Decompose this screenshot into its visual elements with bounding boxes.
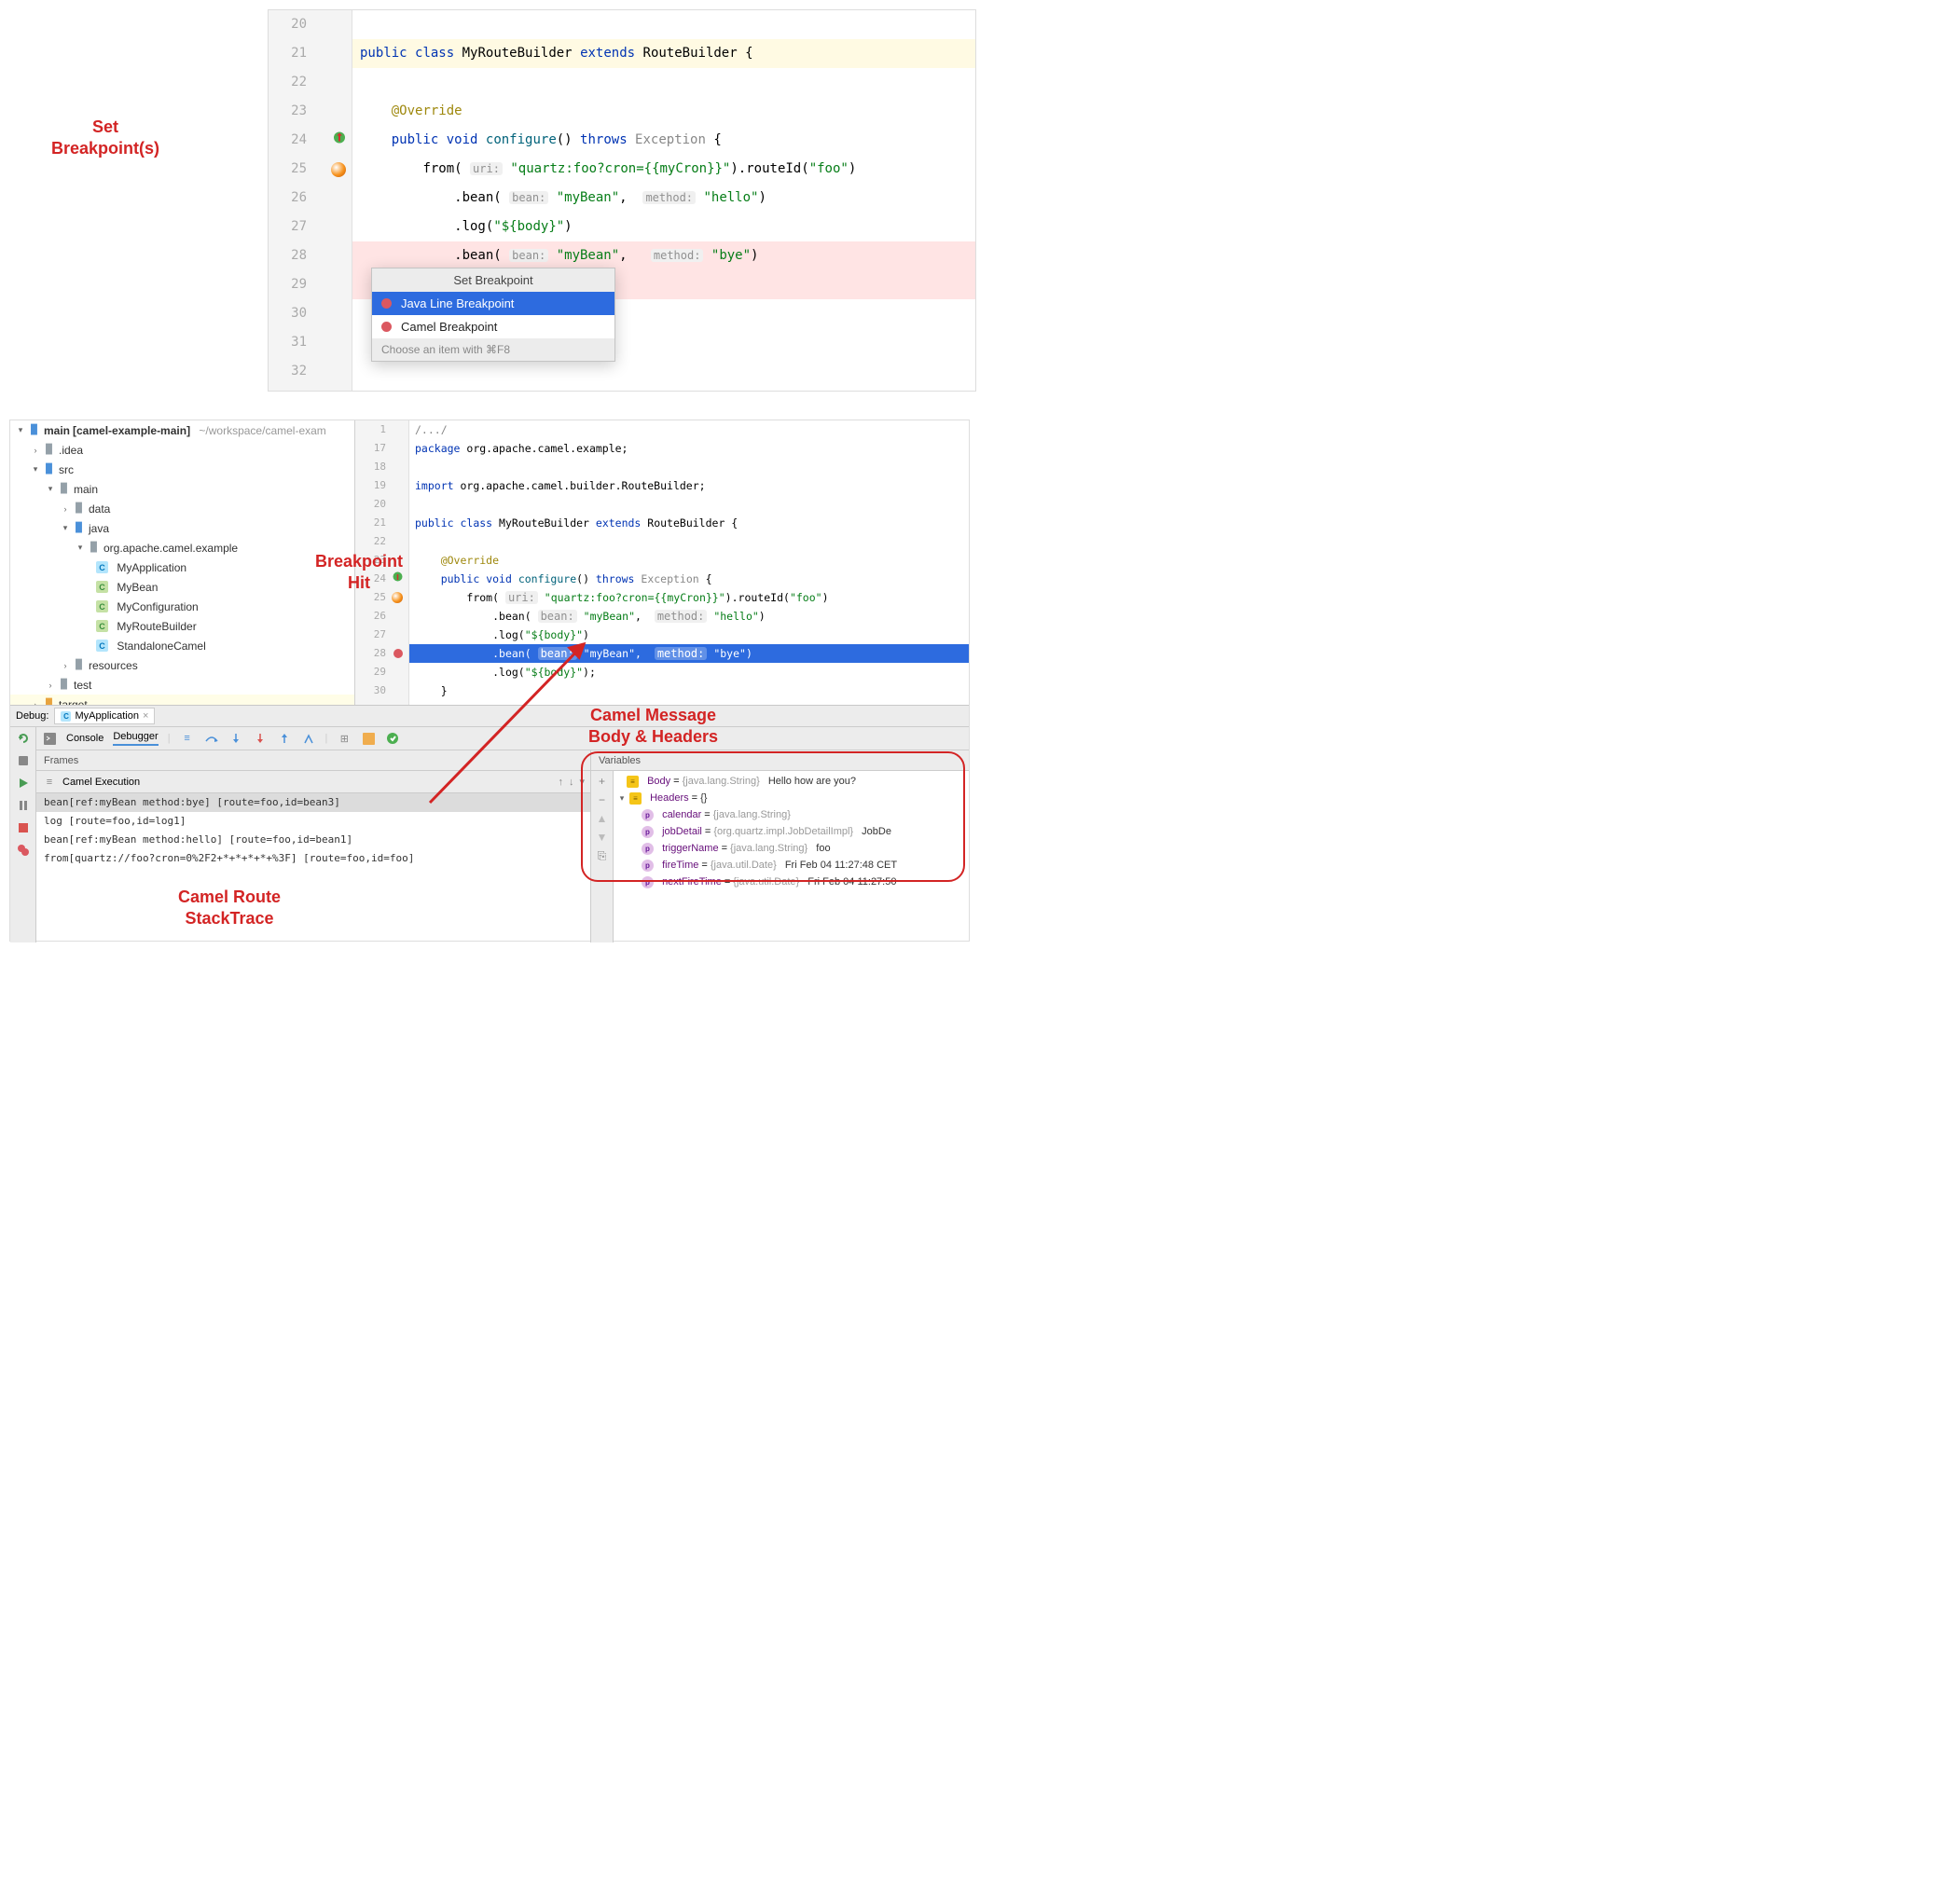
stack-frame[interactable]: log [route=foo,id=log1] [36, 812, 590, 831]
stack-frames-list[interactable]: bean[ref:myBean method:bye] [route=foo,i… [36, 793, 590, 942]
folder-icon: ▉ [43, 444, 56, 457]
resume-icon[interactable] [16, 776, 31, 791]
popup-item-java-line-breakpoint[interactable]: Java Line Breakpoint [372, 292, 614, 315]
file-myroutebuilder[interactable]: C MyRouteBuilder [10, 616, 354, 636]
stack-frame[interactable]: from[quartz://foo?cron=0%2F2+*+*+*+*+%3F… [36, 849, 590, 868]
class-icon: C [96, 581, 108, 593]
breakpoint-dot-icon [381, 322, 392, 332]
popup-item-camel-breakpoint[interactable]: Camel Breakpoint [372, 315, 614, 338]
debugger-tab[interactable]: Debugger [113, 731, 158, 746]
editor-gutter: 20 21 22 23 24 25 26 27 28 29 30 31 32 [269, 10, 352, 391]
threads-icon[interactable]: ≡ [180, 731, 195, 746]
debug-sidebar [10, 727, 36, 942]
debug-label: Debug: [16, 710, 48, 722]
step-over-icon[interactable] [204, 731, 219, 746]
class-icon: C [96, 640, 108, 652]
debug-run-tab[interactable]: CMyApplication × [54, 708, 155, 724]
class-icon: C [96, 600, 108, 612]
project-tree[interactable]: ▾▉main [camel-example-main] ~/workspace/… [10, 420, 355, 705]
annotation-breakpoint-hit: BreakpointHit [315, 551, 403, 595]
popup-title: Set Breakpoint [372, 268, 614, 292]
stop-icon[interactable] [16, 820, 31, 835]
file-myconfiguration[interactable]: C MyConfiguration [10, 597, 354, 616]
folder-icon: ▉ [58, 483, 71, 496]
file-mybean[interactable]: C MyBean [10, 577, 354, 597]
file-standalonecamel[interactable]: C StandaloneCamel [10, 636, 354, 655]
pause-icon[interactable] [16, 798, 31, 813]
camel-gutter-icon[interactable] [331, 162, 346, 177]
console-tab[interactable]: Console [66, 733, 104, 744]
run-to-cursor-icon[interactable] [301, 731, 316, 746]
settings-icon[interactable] [16, 753, 31, 768]
breakpoint-gutter-icon[interactable] [393, 649, 403, 658]
force-step-into-icon[interactable] [253, 731, 268, 746]
annotation-set-breakpoints: SetBreakpoint(s) [51, 117, 159, 160]
stack-frame[interactable]: bean[ref:myBean method:hello] [route=foo… [36, 831, 590, 849]
app-icon: C [61, 711, 71, 722]
folder-icon: ▉ [58, 679, 71, 692]
camel-toolbar-icon[interactable] [385, 731, 400, 746]
evaluate-icon[interactable]: ⊞ [337, 731, 352, 746]
run-gutter-icon[interactable] [333, 126, 346, 155]
folder-icon: ▉ [28, 424, 41, 437]
threads-dropdown-icon[interactable]: ≡ [42, 775, 57, 790]
file-myapplication[interactable]: C MyApplication [10, 557, 354, 577]
console-icon[interactable] [42, 731, 57, 746]
annotation-camel-message: Camel MessageBody & Headers [588, 705, 718, 749]
folder-icon: ▉ [43, 698, 56, 706]
folder-icon: ▉ [73, 502, 86, 516]
step-out-icon[interactable] [277, 731, 292, 746]
folder-icon: ▉ [43, 463, 56, 476]
folder-icon: ▉ [73, 522, 86, 535]
breakpoint-dot-icon [381, 298, 392, 309]
breakpoints-icon[interactable] [16, 843, 31, 858]
trace-icon[interactable] [361, 731, 376, 746]
class-icon: C [96, 620, 108, 632]
step-into-icon[interactable] [228, 731, 243, 746]
annotation-camel-stacktrace: Camel RouteStackTrace [178, 887, 281, 930]
breakpoint-popup: Set Breakpoint Java Line Breakpoint Came… [371, 268, 615, 362]
package-icon: ▉ [88, 542, 101, 555]
arrow-icon [421, 626, 598, 812]
class-icon: C [96, 561, 108, 573]
folder-icon: ▉ [73, 659, 86, 672]
variables-highlight-box [581, 751, 965, 882]
popup-footer: Choose an item with ⌘F8 [372, 338, 614, 361]
rerun-icon[interactable] [16, 731, 31, 746]
